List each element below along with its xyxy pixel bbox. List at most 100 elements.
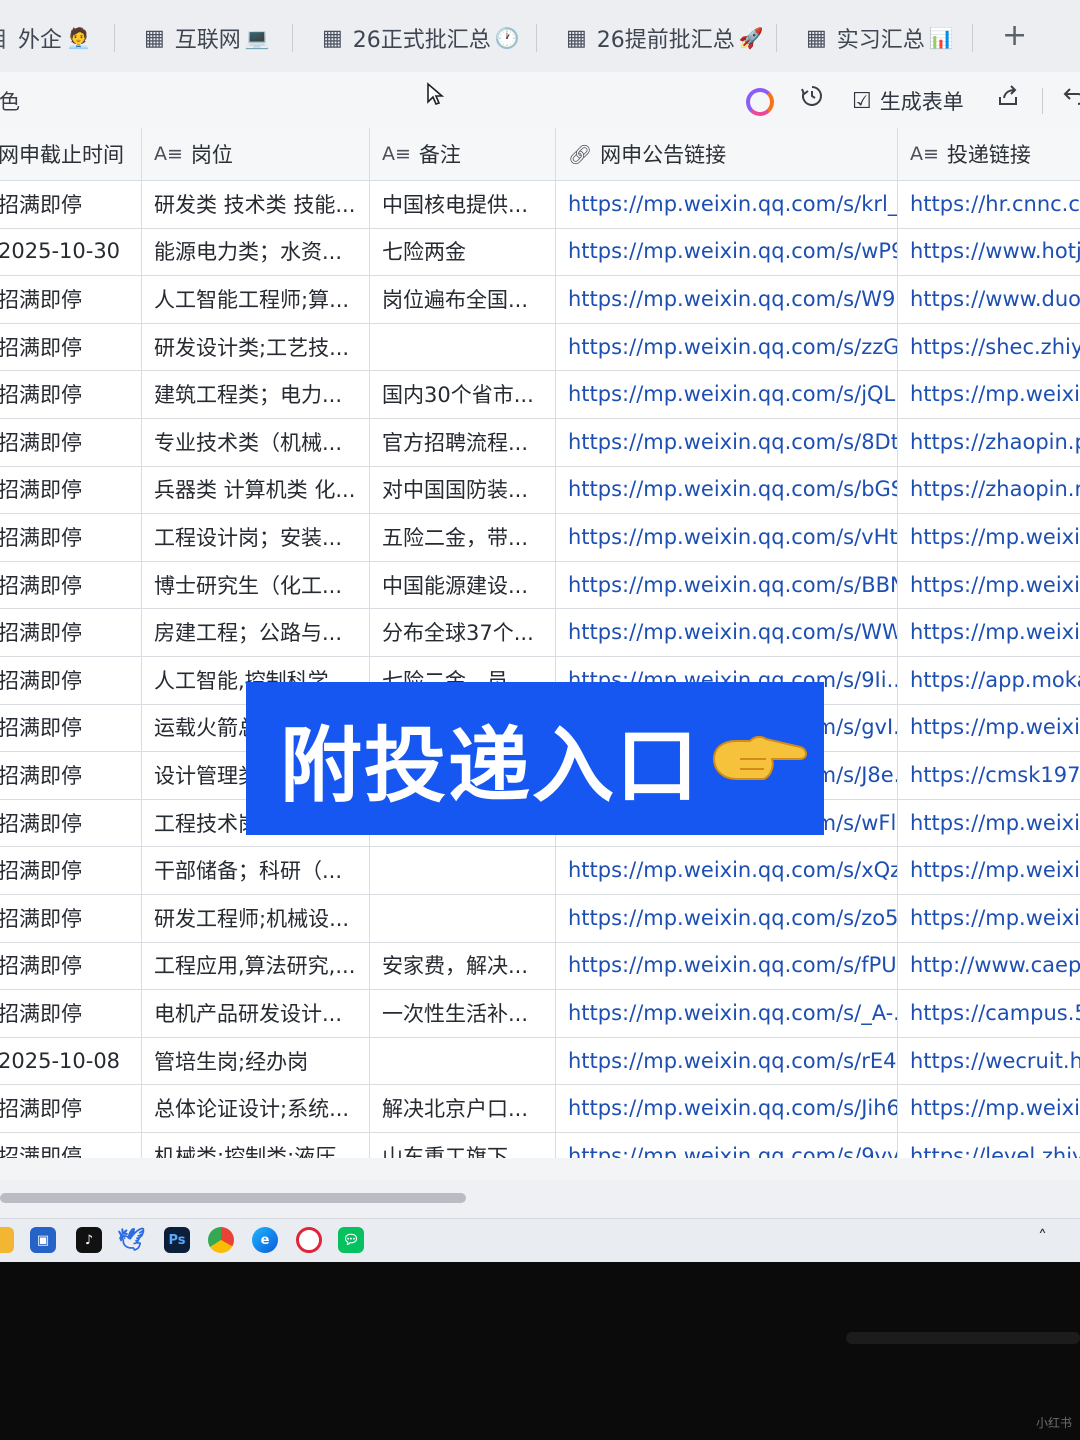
notes-cell[interactable] xyxy=(370,1036,556,1085)
position-cell[interactable]: 工程设计岗；安装... xyxy=(142,513,370,561)
tab-internship-summary[interactable]: ▦ 实习汇总 📊 xyxy=(806,18,954,58)
chevron-up-icon[interactable]: ˄ xyxy=(1038,1227,1047,1248)
deadline-cell[interactable]: 招满即停 xyxy=(0,465,142,514)
announcement-link-cell[interactable]: https://mp.weixin.qq.com/s/jQL... xyxy=(556,370,898,418)
announcement-link-cell[interactable]: https://mp.weixin.qq.com/s/9vv... xyxy=(556,1132,898,1158)
apply-link-cell[interactable]: https://mp.weixin. xyxy=(898,513,1080,561)
search-app-icon[interactable] xyxy=(296,1227,322,1253)
deadline-cell[interactable]: 2025-10-08 xyxy=(0,1036,142,1085)
notes-cell[interactable]: 山东重工旗下... xyxy=(370,1132,556,1158)
position-cell[interactable]: 研发设计类;工艺技... xyxy=(142,322,370,371)
deadline-cell[interactable]: 招满即停 xyxy=(0,751,142,799)
tab-26-early-summary[interactable]: ▦ 26提前批汇总 🚀 xyxy=(566,18,764,58)
apply-link-cell[interactable]: https://hr.cnnc.com xyxy=(898,180,1080,228)
history-icon[interactable] xyxy=(800,84,824,114)
tab-waiqi[interactable]: 目 外企 🧑‍💼 xyxy=(0,18,91,58)
notes-cell[interactable]: 七险两金 xyxy=(370,227,556,276)
notes-cell[interactable]: 分布全球37个... xyxy=(370,608,556,656)
deadline-cell[interactable]: 招满即停 xyxy=(0,703,142,752)
deadline-cell[interactable]: 招满即停 xyxy=(0,894,142,942)
column-header-announcement-link[interactable]: 🔗︎ 网申公告链接 xyxy=(556,128,898,180)
deadline-cell[interactable]: 招满即停 xyxy=(0,180,142,228)
notes-cell[interactable]: 官方招聘流程... xyxy=(370,418,556,466)
position-cell[interactable]: 人工智能工程师;算... xyxy=(142,275,370,323)
apply-link-cell[interactable]: https://mp.weixin. xyxy=(898,1084,1080,1132)
announcement-link-cell[interactable]: https://mp.weixin.qq.com/s/vHt... xyxy=(556,513,898,561)
notes-cell[interactable]: 五险二金，带... xyxy=(370,513,556,561)
notes-cell[interactable]: 安家费，解决... xyxy=(370,941,556,990)
position-cell[interactable]: 干部储备；科研（... xyxy=(142,846,370,894)
apply-link-cell[interactable]: https://mp.weixin. xyxy=(898,846,1080,894)
deadline-cell[interactable]: 招满即停 xyxy=(0,798,142,847)
notes-cell[interactable] xyxy=(370,846,556,894)
announcement-link-cell[interactable]: https://mp.weixin.qq.com/s/BBN... xyxy=(556,560,898,609)
position-cell[interactable]: 专业技术类（机械... xyxy=(142,418,370,466)
deadline-cell[interactable]: 招满即停 xyxy=(0,989,142,1037)
apply-link-cell[interactable]: https://zhaopin.nhr xyxy=(898,466,1080,514)
announcement-link-cell[interactable]: https://mp.weixin.qq.com/s/bGS... xyxy=(556,465,898,514)
deadline-cell[interactable]: 招满即停 xyxy=(0,370,142,418)
deadline-cell[interactable]: 招满即停 xyxy=(0,418,142,466)
announcement-link-cell[interactable]: https://mp.weixin.qq.com/s/Jih6... xyxy=(556,1084,898,1132)
add-tab-button[interactable]: + xyxy=(1002,18,1027,53)
apply-link-cell[interactable]: https://mp.weixin. xyxy=(898,799,1080,847)
announcement-link-cell[interactable]: https://mp.weixin.qq.com/s/_A-... xyxy=(556,989,898,1037)
announcement-link-cell[interactable]: https://mp.weixin.qq.com/s/8Dt... xyxy=(556,418,898,466)
apply-link-cell[interactable]: https://mp.weixin. xyxy=(898,894,1080,942)
position-cell[interactable]: 管培生岗;经办岗 xyxy=(142,1036,370,1085)
apply-link-cell[interactable]: https://mp.weixin. xyxy=(898,370,1080,418)
apply-link-cell[interactable]: https://www.hotjob xyxy=(898,228,1080,276)
fill-color-button[interactable]: 填色 xyxy=(0,86,20,116)
deadline-cell[interactable]: 2025-10-30 xyxy=(0,227,142,276)
wechat-icon[interactable]: 💬︎ xyxy=(338,1227,364,1253)
position-cell[interactable]: 兵器类 计算机类 化... xyxy=(142,465,370,514)
apply-link-cell[interactable]: https://level.zhiye xyxy=(898,1132,1080,1158)
ai-assistant-icon[interactable] xyxy=(746,88,774,116)
folder-icon[interactable] xyxy=(0,1227,14,1253)
apply-link-cell[interactable]: https://mp.weixin. xyxy=(898,608,1080,656)
photoshop-icon[interactable]: Ps xyxy=(164,1227,190,1253)
apply-link-cell[interactable]: https://zhaopin.pov xyxy=(898,418,1080,466)
position-cell[interactable]: 电机产品研发设计... xyxy=(142,989,370,1037)
feather-app-icon[interactable]: 🕊︎ xyxy=(117,1227,145,1253)
deadline-cell[interactable]: 招满即停 xyxy=(0,846,142,894)
apply-link-cell[interactable]: https://mp.weixin. xyxy=(898,561,1080,609)
tab-26-formal-summary[interactable]: ▦ 26正式批汇总 🕐 xyxy=(322,18,520,58)
announcement-link-cell[interactable]: https://mp.weixin.qq.com/s/WW... xyxy=(556,608,898,656)
announcement-link-cell[interactable]: https://mp.weixin.qq.com/s/zzG... xyxy=(556,322,898,371)
position-cell[interactable]: 博士研究生（化工... xyxy=(142,560,370,609)
deadline-cell[interactable]: 招满即停 xyxy=(0,941,142,990)
deadline-cell[interactable]: 招满即停 xyxy=(0,275,142,323)
generate-form-button[interactable]: ☑ 生成表单 xyxy=(852,86,964,116)
music-app-icon[interactable]: ♪ xyxy=(76,1227,102,1253)
position-cell[interactable]: 研发类 技术类 技能... xyxy=(142,180,370,228)
notes-cell[interactable] xyxy=(370,322,556,371)
apply-link-cell[interactable]: https://www.duom xyxy=(898,275,1080,323)
column-header-position[interactable]: A≡ 岗位 xyxy=(142,128,370,180)
position-cell[interactable]: 工程应用,算法研究,... xyxy=(142,941,370,990)
announcement-link-cell[interactable]: https://mp.weixin.qq.com/s/xQz... xyxy=(556,846,898,894)
notes-cell[interactable]: 国内30个省市... xyxy=(370,370,556,418)
position-cell[interactable]: 研发工程师;机械设... xyxy=(142,894,370,942)
notes-cell[interactable]: 解决北京户口... xyxy=(370,1084,556,1132)
apply-link-cell[interactable]: https://app.mokah xyxy=(898,656,1080,704)
announcement-link-cell[interactable]: https://mp.weixin.qq.com/s/W9... xyxy=(556,275,898,323)
position-cell[interactable]: 机械类;控制类;液压... xyxy=(142,1132,370,1158)
deadline-cell[interactable]: 招满即停 xyxy=(0,1084,142,1132)
notes-cell[interactable]: 岗位遍布全国... xyxy=(370,275,556,323)
notes-cell[interactable]: 中国核电提供... xyxy=(370,180,556,228)
deadline-cell[interactable]: 招满即停 xyxy=(0,513,142,561)
undo-icon[interactable] xyxy=(1062,84,1080,114)
position-cell[interactable]: 能源电力类；水资... xyxy=(142,227,370,276)
horizontal-scrollbar-thumb[interactable] xyxy=(0,1193,466,1203)
apply-link-cell[interactable]: https://shec.zhiye. xyxy=(898,323,1080,371)
deadline-cell[interactable]: 招满即停 xyxy=(0,1132,142,1158)
column-header-deadline[interactable]: 网申截止时间 xyxy=(0,128,142,180)
announcement-link-cell[interactable]: https://mp.weixin.qq.com/s/rE4... xyxy=(556,1036,898,1085)
apply-link-cell[interactable]: http://www.caep-s xyxy=(898,942,1080,990)
apply-link-cell[interactable]: https://campus.51 xyxy=(898,989,1080,1037)
notes-cell[interactable] xyxy=(370,894,556,942)
apply-link-cell[interactable]: https://mp.weixin. xyxy=(898,704,1080,752)
column-header-apply-link[interactable]: A≡ 投递链接 xyxy=(898,128,1080,180)
announcement-link-cell[interactable]: https://mp.weixin.qq.com/s/wP9... xyxy=(556,227,898,276)
